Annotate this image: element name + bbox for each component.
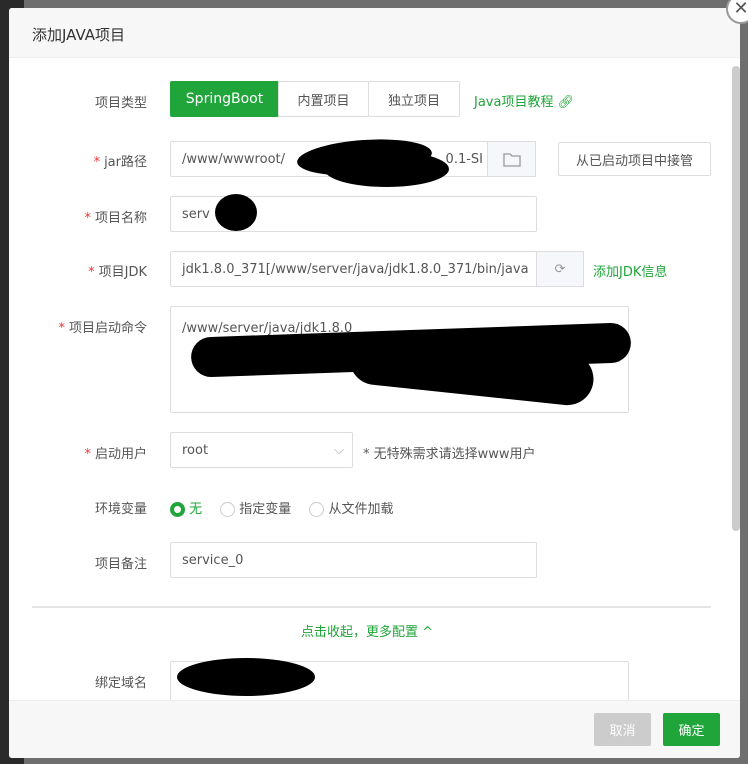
collapse-more-config-toggle[interactable]: 点击收起，更多配置 ^ [301, 621, 433, 640]
radio-unchecked [220, 502, 236, 517]
tutorial-link-text: Java项目教程 [474, 95, 554, 110]
folder-icon[interactable] [487, 141, 536, 177]
label-text: jar路径 [104, 155, 147, 170]
radio-checked [170, 502, 185, 517]
label-text: 项目启动命令 [68, 321, 147, 336]
label-project-type: 项目类型 [94, 96, 147, 111]
label-text: 启动用户 [94, 447, 147, 462]
remark-value: service_0 [182, 552, 244, 568]
env-option-none[interactable]: 无 [170, 498, 202, 517]
dialog-footer: 取消 确定 [9, 700, 740, 758]
jdk-select[interactable]: jdk1.8.0_371[/www/server/java/jdk1.8.0_3… [170, 251, 537, 287]
label-text: 项目名称 [94, 211, 147, 226]
takeover-running-project-button[interactable]: 从已启动项目中接管 [558, 142, 711, 176]
start-user-value: root [182, 442, 209, 458]
label-project-jdk: * 项目JDK [88, 265, 147, 280]
type-builtin[interactable]: 内置项目 [278, 81, 369, 117]
remark-input[interactable]: service_0 [170, 542, 537, 578]
refresh-icon[interactable]: ⟳ [536, 251, 584, 287]
cancel-button[interactable]: 取消 [594, 713, 651, 746]
jdk-value: jdk1.8.0_371[/www/server/java/jdk1.8.0_3… [182, 261, 529, 277]
type-standalone[interactable]: 独立项目 [368, 81, 460, 117]
label-project-name: * 项目名称 [84, 211, 147, 226]
jar-path-prefix: /www/wwwroot/ [182, 151, 285, 167]
divider [32, 606, 711, 608]
env-option-specified[interactable]: 指定变量 [220, 498, 291, 517]
label-jar-path: * jar路径 [93, 155, 147, 170]
type-springboot[interactable]: SpringBoot [170, 81, 279, 117]
confirm-button[interactable]: 确定 [663, 713, 720, 746]
start-user-select[interactable]: root ⌵ [170, 432, 353, 468]
toggle-text: 点击收起，更多配置 [301, 625, 419, 640]
env-option-file[interactable]: 从文件加载 [309, 498, 393, 517]
dialog-title: 添加JAVA项目 [9, 8, 740, 58]
add-jdk-link[interactable]: 添加JDK信息 [593, 261, 667, 280]
label-bind-domain: 绑定域名 [94, 676, 147, 691]
label-start-command: * 项目启动命令 [58, 321, 147, 336]
option-label: 从文件加载 [328, 502, 394, 517]
jar-path-suffix: 0.1-SI [445, 151, 483, 167]
start-user-hint: * 无特殊需求请选择www用户 [363, 447, 536, 462]
label-start-user: * 启动用户 [84, 447, 147, 462]
project-name-value: serv [182, 206, 210, 222]
label-env-vars: 环境变量 [94, 502, 147, 517]
java-tutorial-link[interactable]: Java项目教程 🔗︎ [474, 91, 574, 110]
label-text: 项目JDK [98, 265, 147, 280]
label-remark: 项目备注 [94, 557, 147, 572]
radio-unchecked [309, 502, 325, 517]
chevron-up-icon: ^ [422, 625, 434, 640]
option-label: 无 [189, 502, 203, 517]
scrollbar[interactable] [732, 66, 740, 531]
chevron-down-icon: ⌵ [334, 442, 344, 458]
option-label: 指定变量 [239, 502, 292, 517]
link-icon: 🔗︎ [557, 95, 575, 110]
add-java-project-dialog: 添加JAVA项目 项目类型 SpringBoot 内置项目 独立项目 Java项… [9, 8, 740, 758]
